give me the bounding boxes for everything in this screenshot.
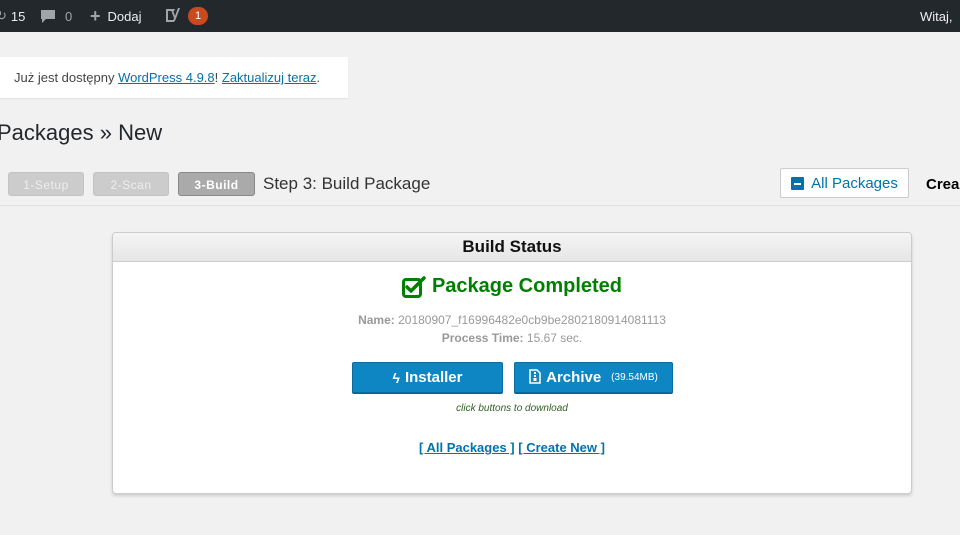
update-notice: Już jest dostępny WordPress 4.9.8! Zaktu… [0, 57, 348, 98]
step-setup: 1-Setup [8, 172, 84, 196]
archive-label: Archive [546, 369, 602, 386]
create-new-link[interactable]: [ Create New ] [518, 440, 605, 455]
comments-count: 0 [65, 8, 73, 24]
updates-menu[interactable]: ↻ 15 [0, 0, 25, 32]
notice-suffix: . [316, 70, 321, 85]
status-text: Package Completed [431, 275, 623, 297]
process-time-value: 15.67 sec. [526, 331, 583, 345]
divider [0, 205, 960, 206]
name-label: Name: [358, 313, 395, 327]
notice-middle: ! [214, 70, 222, 85]
all-packages-label: All Packages [811, 174, 898, 192]
yoast-icon [164, 6, 182, 27]
create-new-tab[interactable]: Crea [926, 176, 959, 193]
package-completed-status: Package Completed [113, 275, 911, 298]
step-scan: 2-Scan [93, 172, 169, 196]
wordpress-version-link[interactable]: WordPress 4.9.8 [118, 70, 215, 85]
download-hint: click buttons to download [456, 403, 568, 414]
notice-prefix: Już jest dostępny [14, 70, 119, 85]
comments-menu[interactable]: 0 [40, 0, 72, 32]
installer-download-button[interactable]: ϟ Installer [352, 362, 503, 393]
installer-label: Installer [404, 369, 463, 386]
package-info: Name: 20180907_f16996482e0cb9be280218091… [113, 311, 911, 347]
updates-count: 15 [10, 8, 26, 24]
comment-icon [40, 9, 56, 24]
panel-header: Build Status [113, 233, 911, 262]
updates-icon: ↻ [0, 8, 7, 23]
panel-links: [ All Packages ] [ Create New ] [113, 440, 911, 455]
step-title: Step 3: Build Package [263, 174, 431, 193]
plus-icon: + [90, 6, 101, 26]
howdy-label: Witaj, [920, 8, 953, 24]
build-status-panel: Build Status Package Completed Name: 201… [112, 232, 912, 494]
archive-box-icon [791, 176, 805, 190]
archive-size: (39.54MB) [611, 372, 658, 383]
yoast-menu[interactable]: 1 [164, 0, 208, 32]
update-now-link[interactable]: Zaktualizuj teraz [222, 70, 317, 85]
yoast-notification-badge: 1 [188, 7, 208, 25]
check-square-icon [401, 275, 426, 298]
account-menu[interactable]: Witaj, [920, 0, 960, 32]
file-archive-icon [529, 368, 541, 387]
archive-download-button[interactable]: Archive (39.54MB) [514, 362, 673, 393]
package-name: 20180907_f16996482e0cb9be280218091408111… [398, 313, 666, 327]
page-title: Packages » New [0, 120, 163, 145]
process-time-label: Process Time: [441, 331, 524, 345]
all-packages-button[interactable]: All Packages [780, 168, 909, 198]
new-content-label: Dodaj [107, 8, 142, 24]
step-build: 3-Build [178, 172, 255, 196]
all-packages-link[interactable]: [ All Packages ] [419, 440, 515, 455]
new-content-menu[interactable]: + Dodaj [90, 0, 141, 32]
bolt-icon: ϟ [392, 369, 400, 386]
admin-bar: ↻ 15 0 + Dodaj 1 Witaj, [0, 0, 960, 32]
